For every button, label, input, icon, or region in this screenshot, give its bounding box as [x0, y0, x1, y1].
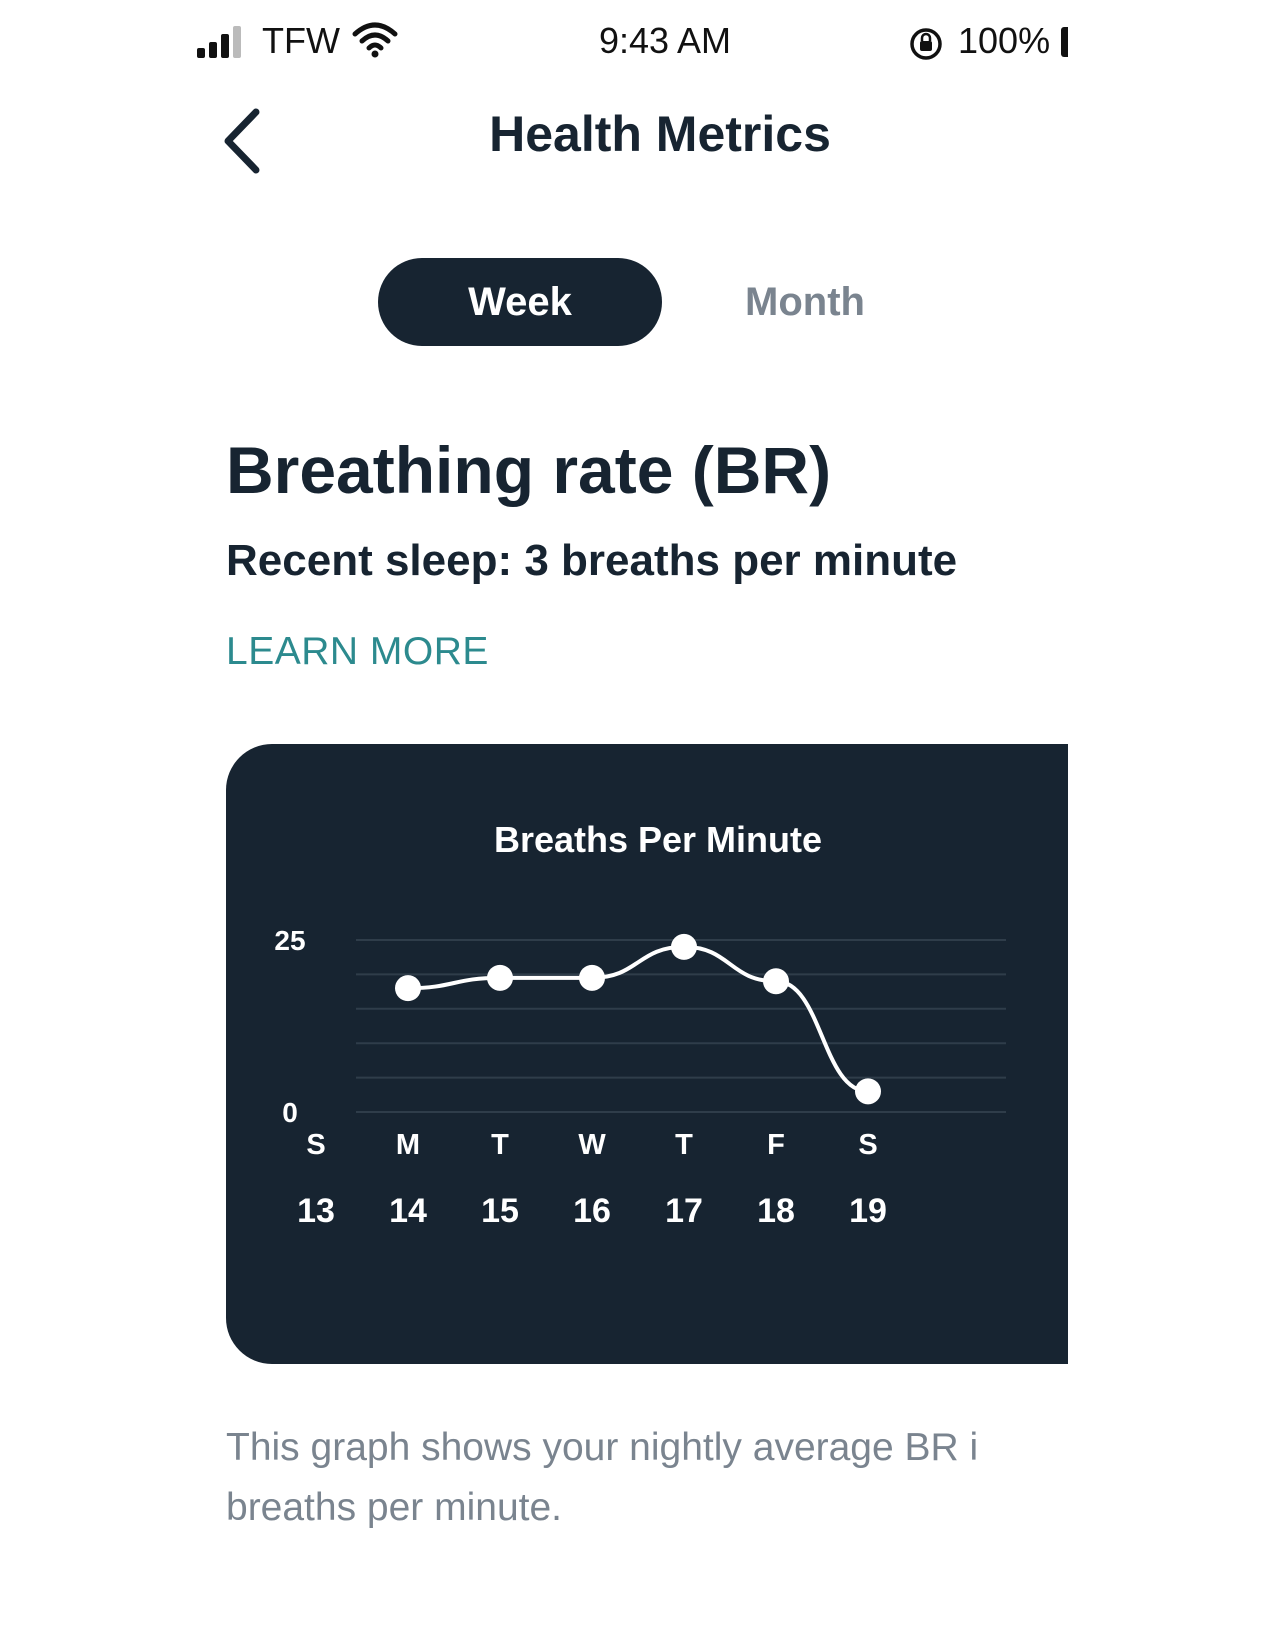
chevron-left-icon — [224, 108, 260, 174]
x-tick-date: 13 — [297, 1192, 335, 1230]
x-tick-date: 18 — [757, 1192, 795, 1230]
chart-title: Breaths Per Minute — [494, 819, 822, 860]
battery-percent: 100% — [958, 20, 1051, 61]
tab-week[interactable]: Week — [378, 258, 662, 346]
x-tick-date: 15 — [481, 1192, 519, 1230]
wifi-icon — [352, 22, 398, 63]
status-time: 9:43 AM — [598, 20, 732, 61]
x-tick-day: T — [491, 1129, 509, 1161]
data-points — [395, 933, 881, 1105]
x-tick-date: 17 — [665, 1192, 703, 1230]
tab-month[interactable]: Month — [700, 258, 910, 346]
data-point — [855, 1078, 881, 1105]
data-point — [487, 964, 513, 991]
x-tick-day: W — [578, 1129, 606, 1161]
carrier-name: TFW — [262, 20, 340, 61]
chart-grid — [356, 939, 1006, 1113]
x-axis-ticks: S 13 M 14 T 15 W 16 T 17 F 18 S 19 — [297, 1129, 887, 1230]
series-line — [407, 944, 869, 1094]
breathing-rate-chart: Breaths Per Minute 25 0 S 13 M 14 T 15 W 16 T 17 F 1… — [274, 819, 1006, 1230]
y-axis-ticks: 25 0 — [274, 925, 305, 1128]
x-tick-day: S — [306, 1129, 325, 1161]
signal-icon — [197, 26, 245, 58]
back-button[interactable] — [220, 106, 270, 176]
x-tick-day: S — [858, 1129, 877, 1161]
data-point — [671, 933, 697, 960]
data-point — [395, 975, 421, 1002]
x-tick-date: 16 — [573, 1192, 611, 1230]
x-tick-date: 14 — [389, 1192, 427, 1230]
page-title: Health Metrics — [489, 106, 831, 162]
rotation-lock-icon — [908, 26, 944, 67]
data-point — [579, 964, 605, 991]
learn-more-link[interactable]: LEARN MORE — [226, 630, 489, 674]
x-tick-date: 19 — [849, 1192, 887, 1230]
y-tick-label: 25 — [274, 925, 305, 956]
x-tick-day: T — [675, 1129, 693, 1161]
y-tick-label: 0 — [282, 1097, 298, 1128]
chart-description: This graph shows your nightly average BR… — [226, 1426, 979, 1529]
viewport-edge — [1068, 0, 1275, 1650]
data-point — [763, 968, 789, 995]
metric-subtitle: Recent sleep: 3 breaths per minute — [226, 536, 958, 585]
x-tick-day: F — [767, 1129, 785, 1161]
metric-title: Breathing rate (BR) — [226, 433, 832, 507]
x-tick-day: M — [396, 1129, 420, 1161]
